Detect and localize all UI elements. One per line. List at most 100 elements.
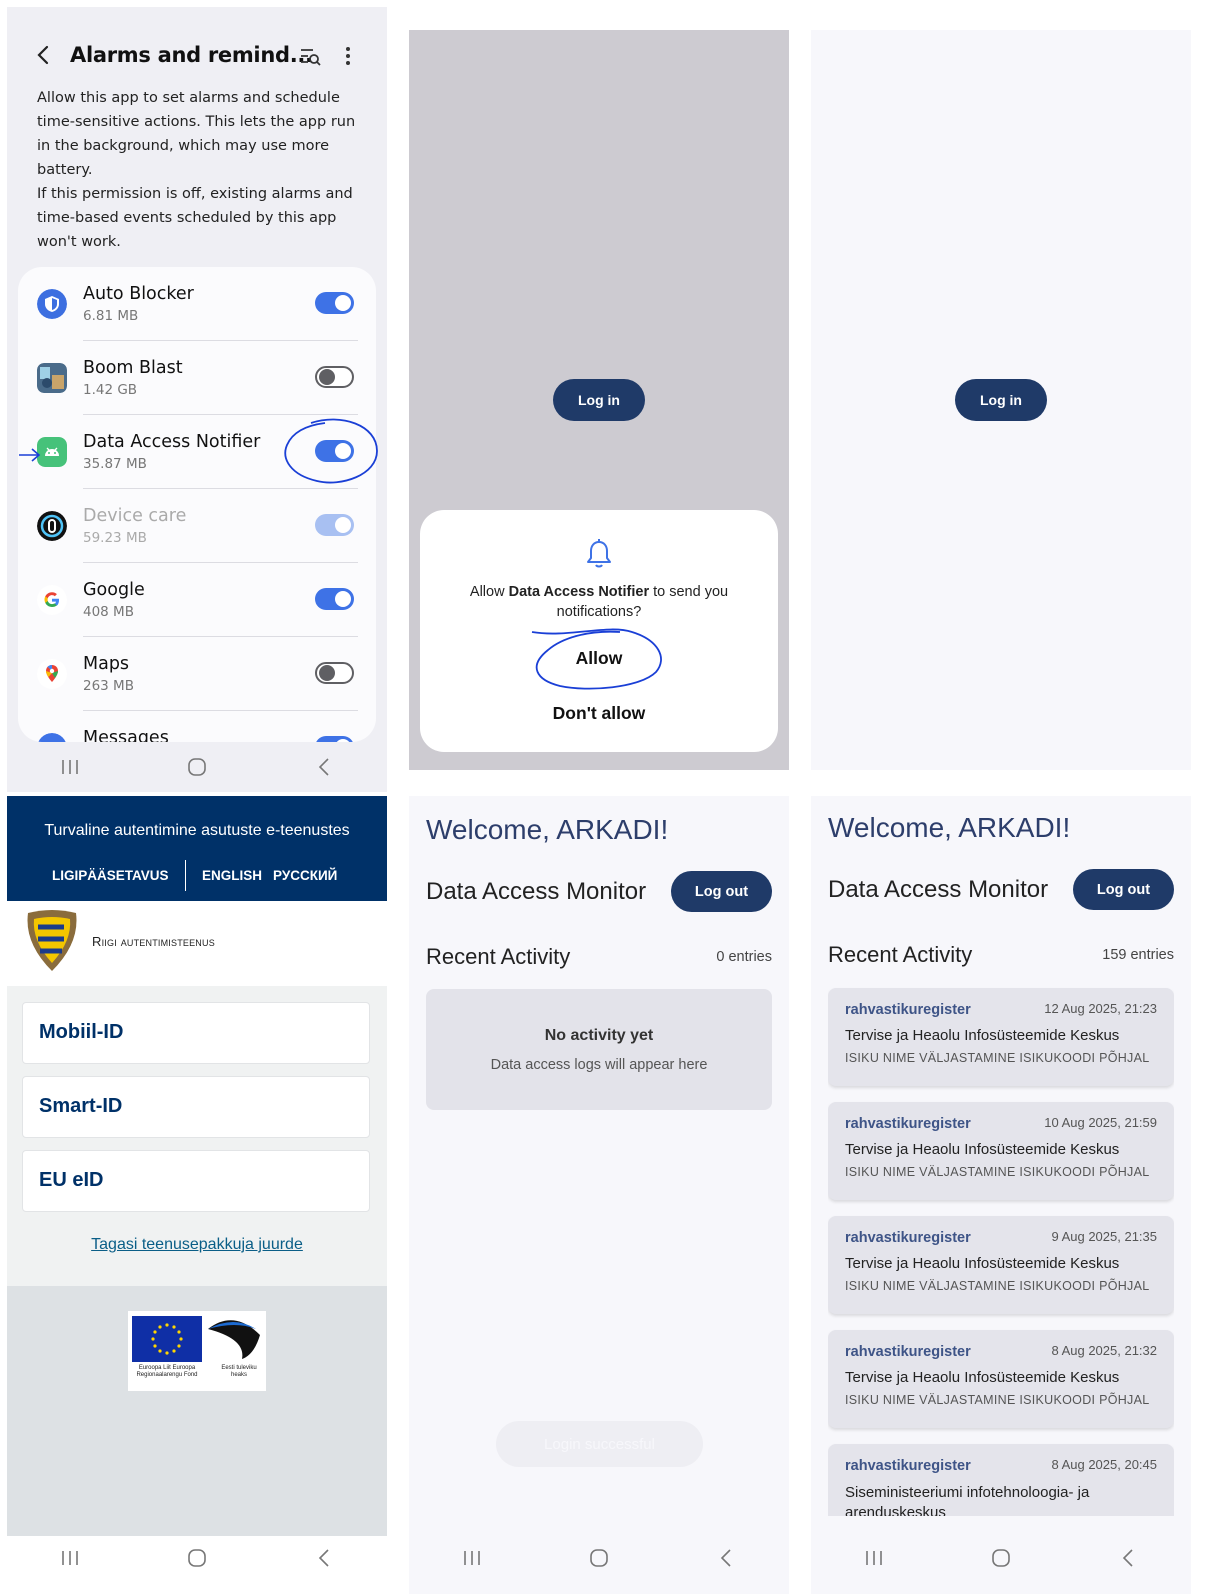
logout-button[interactable]: Log out (1073, 869, 1174, 910)
permission-description: Allow this app to set alarms and schedul… (37, 90, 356, 178)
toggle-switch[interactable] (315, 588, 354, 610)
activity-list: rahvastikuregister 12 Aug 2025, 21:23 Te… (828, 986, 1174, 1516)
dont-allow-button[interactable]: Don't allow (420, 703, 778, 724)
monitor-empty-screen: Welcome, ARKADI! Data Access Monitor Log… (409, 796, 789, 1594)
messages-icon (38, 733, 66, 742)
app-row-google[interactable]: Google 408 MB (18, 563, 376, 637)
search-list-icon[interactable] (299, 45, 323, 67)
maps-pin-icon (37, 659, 67, 689)
toggle-switch[interactable] (315, 736, 354, 742)
activity-card[interactable]: rahvastikuregister 12 Aug 2025, 21:23 Te… (828, 988, 1174, 1086)
activity-action: ISIKU NIME VÄLJASTAMINE ISIKUKOODI PÕHJA… (845, 1279, 1150, 1293)
welcome-heading: Welcome, ARKADI! (426, 814, 669, 845)
activity-registry: rahvastikuregister (845, 1230, 971, 1246)
app-name: Google (83, 580, 145, 600)
app-title: Data Access Monitor (828, 876, 1049, 903)
accessibility-link[interactable]: LIGIPÄÄSETAVUS (52, 868, 169, 883)
empty-title: No activity yet (544, 1027, 654, 1044)
annotation-circle (531, 628, 662, 690)
app-size: 59.23 MB (83, 530, 147, 546)
recents-icon[interactable] (50, 752, 90, 782)
estonia-text: Eesti tuleviku heaks (221, 1365, 257, 1378)
app-name: Boom Blast (83, 358, 183, 378)
app-row-device-care: Device care 59.23 MB (18, 489, 376, 563)
alarms-settings-screen: Alarms and remind... Allow this app to s… (7, 7, 387, 792)
recent-activity-heading: Recent Activity (426, 944, 571, 969)
activity-registry: rahvastikuregister (845, 1002, 971, 1018)
home-icon[interactable] (579, 1543, 619, 1573)
recents-icon[interactable] (452, 1543, 492, 1573)
back-icon[interactable] (706, 1543, 746, 1573)
app-name: Auto Blocker (83, 284, 194, 304)
app-row-boom-blast[interactable]: Boom Blast 1.42 GB (18, 341, 376, 415)
activity-action: ISIKU NIME VÄLJASTAMINE ISIKUKOODI PÕHJA… (845, 1165, 1150, 1179)
toggle-switch[interactable] (315, 366, 354, 388)
boom-blast-app-icon (37, 363, 67, 393)
app-name: Maps (83, 654, 130, 674)
activity-registry: rahvastikuregister (845, 1458, 971, 1474)
device-care-icon (37, 511, 67, 541)
eu-fund-text: Euroopa Liit Euroopa Regionaalarengu Fon… (136, 1365, 198, 1378)
monitor-activity-screen: Welcome, ARKADI! Data Access Monitor Log… (811, 796, 1191, 1594)
back-icon[interactable] (1108, 1543, 1148, 1573)
activity-action: ISIKU NIME VÄLJASTAMINE ISIKUKOODI PÕHJA… (845, 1051, 1150, 1065)
login-button[interactable]: Log in (553, 379, 645, 421)
recents-icon[interactable] (854, 1543, 894, 1573)
toggle-switch[interactable] (315, 662, 354, 684)
system-nav-bar (811, 1538, 1191, 1578)
recents-icon[interactable] (50, 1543, 90, 1573)
app-size: 1.42 GB (83, 382, 138, 398)
settings-header: Alarms and remind... (7, 37, 387, 73)
system-nav-bar (409, 1538, 789, 1578)
app-size: 408 MB (83, 604, 134, 620)
activity-action: ISIKU NIME VÄLJASTAMINE ISIKUKOODI PÕHJA… (845, 1393, 1150, 1407)
page-title: Alarms and remind... (70, 43, 313, 67)
activity-date: 8 Aug 2025, 20:45 (1051, 1457, 1157, 1472)
lang-divider (185, 860, 186, 891)
logout-button[interactable]: Log out (671, 871, 772, 912)
back-icon[interactable] (304, 1543, 344, 1573)
activity-date: 12 Aug 2025, 21:23 (1044, 1001, 1157, 1016)
activity-card[interactable]: rahvastikuregister 10 Aug 2025, 21:59 Te… (828, 1102, 1174, 1200)
auth-footer: Euroopa Liit Euroopa Regionaalarengu Fon… (7, 1286, 387, 1536)
activity-card[interactable]: rahvastikuregister 9 Aug 2025, 21:35 Ter… (828, 1216, 1174, 1314)
annotation-arrow (19, 448, 41, 462)
app-size: 35.87 MB (83, 456, 147, 472)
login-screen: Log in (811, 30, 1191, 770)
home-icon[interactable] (177, 752, 217, 782)
toggle-switch (315, 514, 354, 536)
back-icon[interactable] (304, 752, 344, 782)
home-icon[interactable] (177, 1543, 217, 1573)
back-arrow-icon[interactable] (35, 45, 53, 65)
lang-english-link[interactable]: ENGLISH (202, 868, 262, 883)
app-size: 6.81 MB (83, 308, 139, 324)
back-to-provider-link[interactable]: Tagasi teenusepakkuja juurde (7, 1236, 387, 1254)
bell-icon (587, 539, 611, 568)
more-options-icon[interactable] (343, 45, 353, 67)
app-row-messages[interactable]: Messages (18, 711, 376, 742)
system-nav-bar (7, 747, 387, 787)
mobiil-id-option[interactable]: Mobiil-ID (22, 1002, 370, 1064)
eu-eid-option[interactable]: EU eID (22, 1150, 370, 1212)
smart-id-option[interactable]: Smart-ID (22, 1076, 370, 1138)
welcome-heading: Welcome, ARKADI! (828, 812, 1071, 843)
toggle-switch[interactable] (315, 292, 354, 314)
activity-org: Tervise ja Heaolu Infosüsteemide Keskus (845, 1369, 1120, 1386)
lang-russian-link[interactable]: РУССКИЙ (273, 868, 337, 883)
app-list: Auto Blocker 6.81 MB Boom Blast 1.42 GB … (18, 267, 376, 742)
activity-date: 9 Aug 2025, 21:35 (1051, 1229, 1157, 1244)
activity-org: Tervise ja Heaolu Infosüsteemide Keskus (845, 1255, 1120, 1272)
home-icon[interactable] (981, 1543, 1021, 1573)
app-row-maps[interactable]: Maps 263 MB (18, 637, 376, 711)
activity-card[interactable]: rahvastikuregister 8 Aug 2025, 21:32 Ter… (828, 1330, 1174, 1428)
activity-registry: rahvastikuregister (845, 1344, 971, 1360)
app-name: Messages (83, 728, 169, 742)
brand-name: Riigi autentimisteenus (92, 934, 215, 949)
eu-flag-icon (132, 1316, 202, 1362)
activity-card[interactable]: rahvastikuregister 8 Aug 2025, 20:45 Sis… (828, 1444, 1174, 1516)
auth-options: Mobiil-ID Smart-ID EU eID Tagasi teenuse… (7, 986, 387, 1286)
login-button[interactable]: Log in (955, 379, 1047, 421)
funding-logos: Euroopa Liit Euroopa Regionaalarengu Fon… (128, 1311, 266, 1391)
activity-org: Tervise ja Heaolu Infosüsteemide Keskus (845, 1141, 1120, 1158)
app-row-auto-blocker[interactable]: Auto Blocker 6.81 MB (18, 267, 376, 341)
